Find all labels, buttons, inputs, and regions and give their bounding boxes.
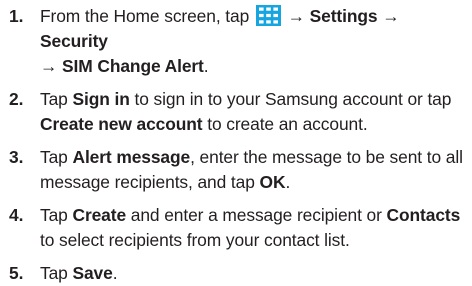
create-account-label: Create new account <box>40 114 203 134</box>
apps-grid-icon <box>255 5 281 26</box>
step-text: Tap <box>40 147 73 167</box>
step-5: 5. Tap Save. <box>0 261 470 286</box>
step-text: Tap <box>40 205 73 225</box>
alert-message-label: Alert message <box>72 147 191 167</box>
step-text: From the Home screen, tap <box>40 6 254 26</box>
create-label: Create <box>72 205 127 225</box>
menu-path-continued: → SIM Change Alert <box>40 56 204 76</box>
step-number: 2. <box>9 89 24 109</box>
step-text: to create an account. <box>202 114 368 134</box>
save-label: Save <box>72 263 113 283</box>
step-text: to sign in to your Samsung account or ta… <box>129 89 452 109</box>
step-4: 4. Tap Create and enter a message recipi… <box>0 203 470 253</box>
step-2: 2. Tap Sign in to sign in to your Samsun… <box>0 87 470 137</box>
instruction-list: 1. From the Home screen, tap → Settings … <box>0 4 470 286</box>
step-3: 3. Tap Alert message, enter the message … <box>0 145 470 195</box>
step-text: Tap <box>40 263 73 283</box>
step-text: . <box>112 263 118 283</box>
step-text: and enter a message recipient or <box>126 205 387 225</box>
ok-label: OK <box>259 172 286 192</box>
step-text: . <box>285 172 291 192</box>
step-number: 3. <box>9 147 24 167</box>
sign-in-label: Sign in <box>72 89 130 109</box>
step-1: 1. From the Home screen, tap → Settings … <box>0 4 470 79</box>
contacts-label: Contacts <box>386 205 461 225</box>
step-text: Tap <box>40 89 73 109</box>
step-text: to select recipients from your contact l… <box>40 230 350 250</box>
step-text: . <box>203 56 209 76</box>
step-number: 1. <box>9 6 24 26</box>
step-number: 5. <box>9 263 24 283</box>
step-number: 4. <box>9 205 24 225</box>
